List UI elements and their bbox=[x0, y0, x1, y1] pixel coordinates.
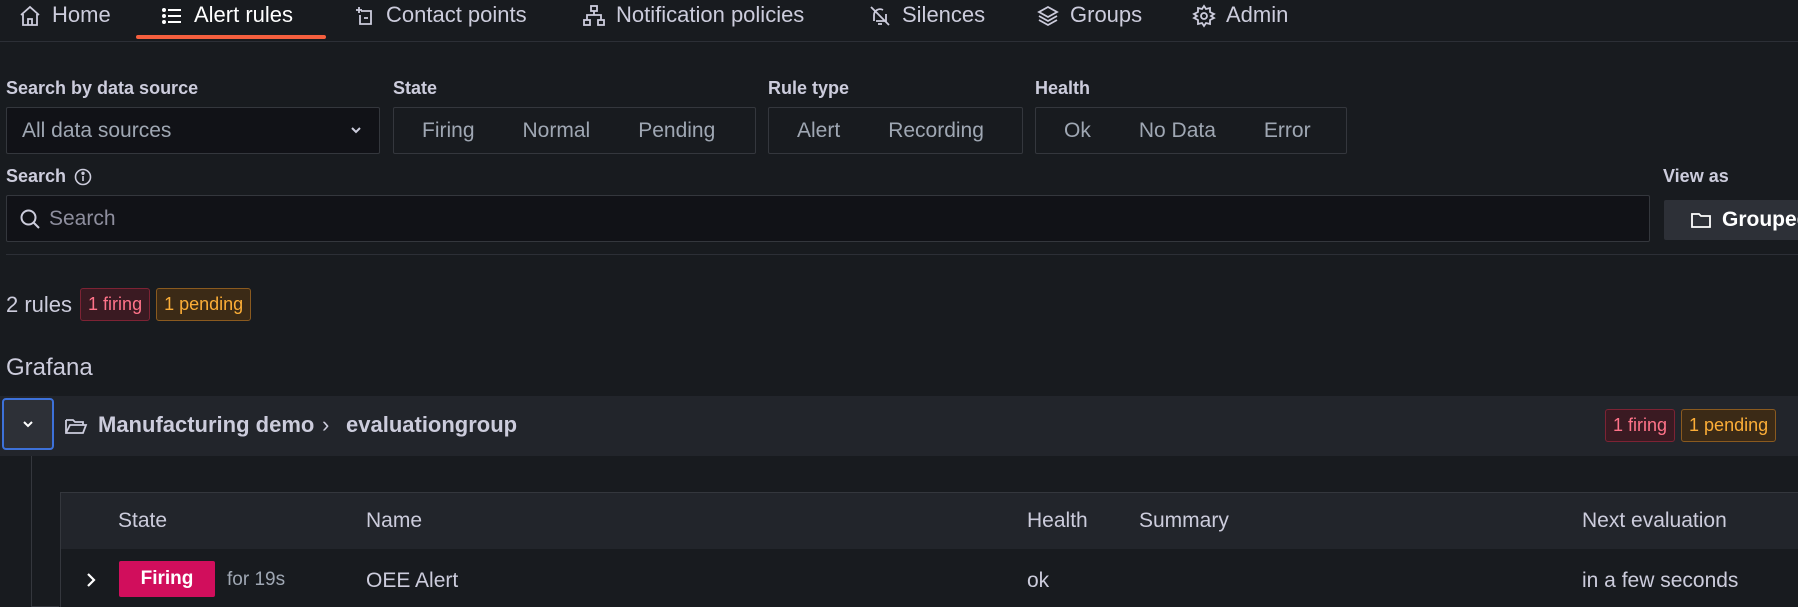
group-pending-badge: 1 pending bbox=[1681, 409, 1777, 442]
header-health: Health bbox=[1027, 509, 1088, 532]
list-icon bbox=[160, 4, 184, 28]
datasource-select[interactable]: All data sources bbox=[6, 107, 380, 154]
state-duration: for 19s bbox=[227, 569, 286, 590]
header-next-evaluation: Next evaluation bbox=[1582, 509, 1727, 532]
rule-name: OEE Alert bbox=[366, 569, 459, 592]
bell-slash-icon bbox=[868, 4, 892, 28]
tab-label: Contact points bbox=[386, 2, 527, 27]
tab-label: Alert rules bbox=[194, 2, 294, 27]
view-grouped-button[interactable]: Grouped bbox=[1664, 200, 1798, 240]
search-box bbox=[6, 195, 1650, 242]
tab-label: Groups bbox=[1070, 2, 1143, 27]
view-grouped-label: Grouped bbox=[1722, 208, 1798, 231]
tab-home[interactable]: Home bbox=[18, 0, 111, 42]
state-option-pending[interactable]: Pending bbox=[614, 119, 739, 143]
rule-type-option-recording[interactable]: Recording bbox=[864, 119, 1008, 143]
chevron-down-icon bbox=[23, 421, 33, 428]
collapse-group-button[interactable] bbox=[2, 398, 54, 450]
active-tab-indicator bbox=[136, 35, 326, 39]
group-name: evaluationgroup bbox=[346, 412, 518, 437]
tab-bar: Home Alert rules Contact points Notifica… bbox=[0, 0, 1798, 42]
rules-table: State Name Health Summary Next evaluatio… bbox=[60, 492, 1798, 607]
divider bbox=[6, 254, 1798, 255]
datasource-section-title: Grafana bbox=[6, 354, 93, 381]
rule-type-label: Rule type bbox=[768, 78, 850, 98]
health-filter: Ok No Data Error bbox=[1035, 107, 1347, 154]
pending-badge: 1 pending bbox=[156, 288, 252, 321]
tab-label: Home bbox=[52, 2, 111, 27]
tab-label: Silences bbox=[902, 2, 986, 27]
rule-type-filter: Alert Recording bbox=[768, 107, 1023, 154]
search-input[interactable] bbox=[49, 196, 1629, 241]
cog-icon bbox=[1192, 4, 1216, 28]
tab-contact-points[interactable]: Contact points bbox=[352, 0, 527, 42]
group-firing-badge: 1 firing bbox=[1605, 409, 1676, 442]
chevron-right-icon[interactable] bbox=[83, 571, 99, 589]
tab-admin[interactable]: Admin bbox=[1192, 0, 1288, 42]
tab-silences[interactable]: Silences bbox=[868, 0, 985, 42]
tab-label: Admin bbox=[1226, 2, 1289, 27]
group-folder-name[interactable]: Manufacturing demo bbox=[98, 412, 314, 438]
folder-open-icon bbox=[64, 414, 88, 438]
tab-label: Notification policies bbox=[616, 2, 805, 27]
table-row: Firing for 19s OEE Alert ok in a few sec… bbox=[61, 549, 1798, 607]
rules-summary: 2 rules 1 firing 1 pending bbox=[6, 288, 257, 321]
state-label: State bbox=[393, 78, 438, 98]
state-option-firing[interactable]: Firing bbox=[398, 119, 499, 143]
view-as-label: View as bbox=[1663, 166, 1729, 186]
header-name: Name bbox=[366, 509, 423, 532]
header-summary: Summary bbox=[1139, 509, 1229, 532]
state-firing-pill: Firing bbox=[119, 561, 215, 597]
chevron-down-icon bbox=[348, 122, 364, 138]
tree-connector bbox=[31, 456, 32, 607]
search-icon bbox=[19, 208, 41, 230]
folder-icon bbox=[1690, 209, 1712, 231]
contact-icon bbox=[352, 4, 376, 28]
header-state: State bbox=[118, 509, 168, 532]
health-option-nodata[interactable]: No Data bbox=[1115, 119, 1240, 143]
health-label: Health bbox=[1035, 78, 1091, 98]
rule-health: ok bbox=[1027, 569, 1050, 592]
search-label-wrap: Search bbox=[6, 166, 92, 187]
state-filter: Firing Normal Pending bbox=[393, 107, 756, 154]
group-badges: 1 firing 1 pending bbox=[1605, 409, 1782, 442]
home-icon bbox=[18, 4, 42, 28]
health-option-error[interactable]: Error bbox=[1240, 119, 1335, 143]
breadcrumb-separator: › bbox=[322, 412, 330, 437]
search-label: Search bbox=[6, 166, 67, 186]
state-option-normal[interactable]: Normal bbox=[499, 119, 615, 143]
tab-notification-policies[interactable]: Notification policies bbox=[582, 0, 804, 42]
rule-count: 2 rules bbox=[6, 291, 73, 317]
info-icon[interactable] bbox=[74, 168, 92, 186]
tab-groups[interactable]: Groups bbox=[1036, 0, 1142, 42]
rule-next-evaluation: in a few seconds bbox=[1582, 569, 1739, 592]
health-option-ok[interactable]: Ok bbox=[1040, 119, 1115, 143]
table-header: State Name Health Summary Next evaluatio… bbox=[61, 493, 1798, 549]
rule-group-row: Manufacturing demo › evaluationgroup 1 f… bbox=[0, 396, 1798, 456]
sitemap-icon bbox=[582, 4, 606, 28]
datasource-label: Search by data source bbox=[6, 78, 199, 98]
layers-icon bbox=[1036, 4, 1060, 28]
rule-type-option-alert[interactable]: Alert bbox=[773, 119, 864, 143]
datasource-value: All data sources bbox=[22, 118, 172, 142]
firing-badge: 1 firing bbox=[80, 288, 151, 321]
